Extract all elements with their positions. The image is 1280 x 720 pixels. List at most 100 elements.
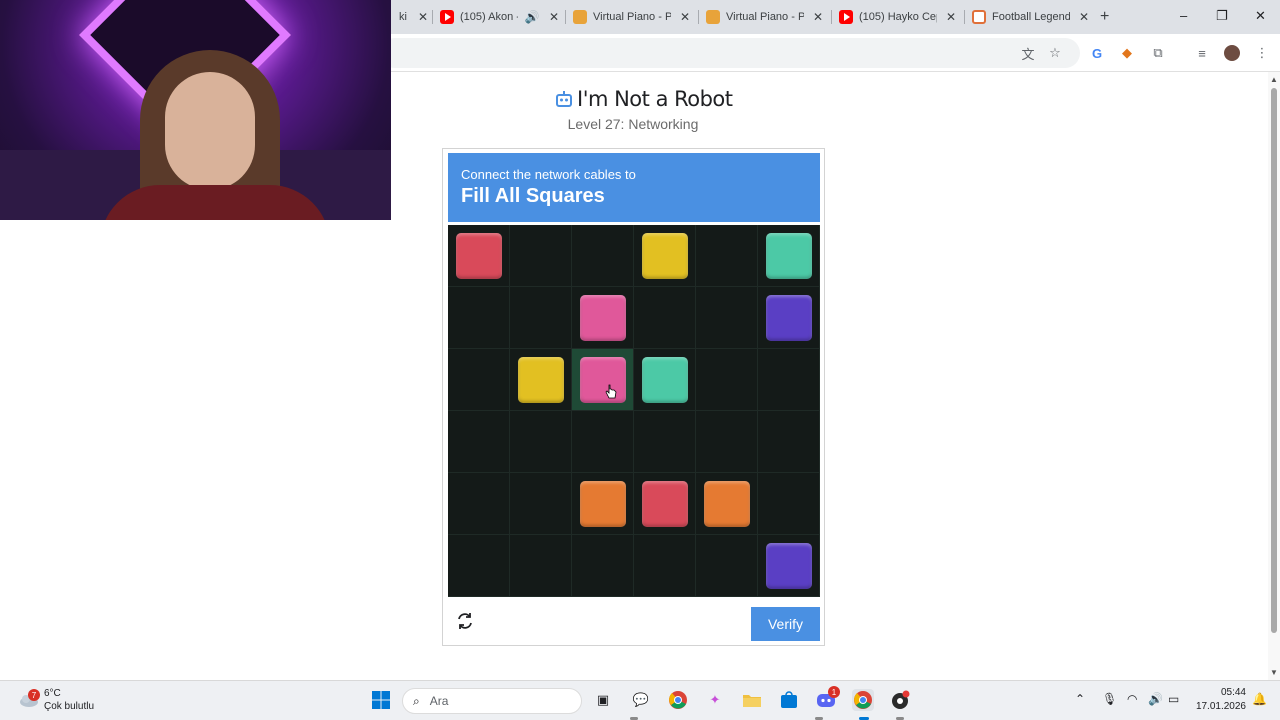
teal-endpoint-tile[interactable] bbox=[766, 233, 812, 279]
verify-button[interactable]: Verify bbox=[751, 607, 820, 641]
tab-partial[interactable]: ki ✕ bbox=[391, 6, 431, 28]
windows-start-icon[interactable] bbox=[370, 689, 392, 711]
page-scrollbar[interactable]: ▲ ▼ bbox=[1268, 72, 1280, 680]
grid-cell[interactable] bbox=[448, 473, 510, 535]
profile-avatar[interactable] bbox=[1224, 45, 1240, 61]
extensions-puzzle-icon[interactable]: ⧉ bbox=[1150, 45, 1166, 61]
system-clock[interactable]: 05:44 17.01.2026 bbox=[1190, 686, 1246, 714]
grid-cell[interactable] bbox=[510, 473, 572, 535]
scroll-up-arrow-icon[interactable]: ▲ bbox=[1270, 75, 1278, 84]
red-endpoint-tile[interactable] bbox=[642, 481, 688, 527]
grid-cell[interactable] bbox=[634, 473, 696, 535]
grid-cell[interactable] bbox=[758, 411, 820, 473]
microphone-icon[interactable]: 🎙 bbox=[1102, 692, 1117, 706]
pink-endpoint-tile[interactable] bbox=[580, 357, 626, 403]
bookmark-star-icon[interactable]: ☆ bbox=[1047, 45, 1063, 61]
grid-cell[interactable] bbox=[634, 287, 696, 349]
chrome-active-icon[interactable] bbox=[852, 689, 874, 711]
google-translate-extension-icon[interactable]: G bbox=[1089, 45, 1105, 61]
wifi-icon[interactable]: ◠ bbox=[1127, 692, 1137, 706]
pink-endpoint-tile[interactable] bbox=[580, 295, 626, 341]
grid-cell[interactable] bbox=[572, 225, 634, 287]
new-tab-button[interactable]: + bbox=[1100, 8, 1109, 26]
scrollbar-thumb[interactable] bbox=[1271, 88, 1277, 633]
battery-icon[interactable]: ▭ bbox=[1168, 692, 1179, 706]
puzzle-grid[interactable] bbox=[448, 225, 820, 597]
scroll-down-arrow-icon[interactable]: ▼ bbox=[1270, 668, 1278, 677]
grid-cell[interactable] bbox=[758, 225, 820, 287]
grid-cell[interactable] bbox=[448, 225, 510, 287]
yellow-endpoint-tile[interactable] bbox=[642, 233, 688, 279]
grid-cell[interactable] bbox=[448, 411, 510, 473]
red-endpoint-tile[interactable] bbox=[456, 233, 502, 279]
grid-cell[interactable] bbox=[696, 349, 758, 411]
grid-cell[interactable] bbox=[696, 535, 758, 597]
grid-cell[interactable] bbox=[634, 411, 696, 473]
volume-icon[interactable]: 🔊 bbox=[1148, 692, 1163, 706]
obs-recording-icon[interactable] bbox=[889, 689, 911, 711]
grid-cell[interactable] bbox=[696, 225, 758, 287]
grid-cell[interactable] bbox=[696, 411, 758, 473]
copilot-icon[interactable]: ✦ bbox=[704, 689, 726, 711]
orange-endpoint-tile[interactable] bbox=[580, 481, 626, 527]
grid-cell[interactable] bbox=[758, 473, 820, 535]
grid-cell[interactable] bbox=[696, 473, 758, 535]
tab-football-legend[interactable]: Football Legend ✕ bbox=[964, 6, 1092, 28]
grid-cell[interactable] bbox=[510, 225, 572, 287]
tab-close-icon[interactable]: ✕ bbox=[677, 9, 693, 25]
grid-cell[interactable] bbox=[758, 535, 820, 597]
grid-cell[interactable] bbox=[510, 349, 572, 411]
grid-cell[interactable] bbox=[572, 287, 634, 349]
taskbar-search[interactable]: ⌕ Ara bbox=[402, 688, 582, 714]
refresh-button[interactable] bbox=[453, 609, 477, 633]
grid-cell[interactable] bbox=[448, 349, 510, 411]
show-hidden-icons-chevron-icon[interactable]: ⌃ bbox=[1075, 692, 1085, 706]
close-window-button[interactable]: ✕ bbox=[1255, 8, 1266, 24]
grid-cell[interactable] bbox=[634, 535, 696, 597]
grid-cell[interactable] bbox=[448, 287, 510, 349]
microsoft-store-icon[interactable] bbox=[778, 689, 800, 711]
tab-close-icon[interactable]: ✕ bbox=[1076, 9, 1092, 25]
task-view-icon[interactable]: ▣ bbox=[592, 689, 614, 711]
grid-cell[interactable] bbox=[572, 535, 634, 597]
menu-kebab-icon[interactable]: ⋮ bbox=[1254, 45, 1270, 61]
tab-close-icon[interactable]: ✕ bbox=[810, 9, 826, 25]
grid-cell[interactable] bbox=[510, 287, 572, 349]
purple-endpoint-tile[interactable] bbox=[766, 543, 812, 589]
media-controls-icon[interactable]: ≡ bbox=[1194, 45, 1210, 61]
metamask-extension-icon[interactable]: ◆ bbox=[1119, 45, 1135, 61]
grid-cell-hovered[interactable] bbox=[572, 349, 634, 411]
discord-icon[interactable]: 1 bbox=[815, 686, 840, 711]
teams-chat-icon[interactable]: 💬 bbox=[630, 689, 652, 711]
tab-close-icon[interactable]: ✕ bbox=[415, 9, 431, 25]
maximize-button[interactable]: ❐ bbox=[1216, 8, 1228, 24]
teal-endpoint-tile[interactable] bbox=[642, 357, 688, 403]
purple-endpoint-tile[interactable] bbox=[766, 295, 812, 341]
grid-cell[interactable] bbox=[572, 473, 634, 535]
tab-close-icon[interactable]: ✕ bbox=[943, 9, 959, 25]
tab-akon-youtube[interactable]: (105) Akon - 🔊 ✕ bbox=[432, 6, 562, 28]
tab-close-icon[interactable]: ✕ bbox=[546, 9, 562, 25]
grid-cell[interactable] bbox=[572, 411, 634, 473]
tab-hayko-youtube[interactable]: (105) Hayko Cep ✕ bbox=[831, 6, 959, 28]
tab-virtual-piano-1[interactable]: Virtual Piano - Pl ✕ bbox=[565, 6, 693, 28]
grid-cell[interactable] bbox=[634, 349, 696, 411]
speaker-icon[interactable]: 🔊 bbox=[524, 9, 540, 25]
chrome-icon[interactable] bbox=[667, 689, 689, 711]
notification-bell-icon[interactable]: 🔔 bbox=[1252, 692, 1267, 706]
yellow-endpoint-tile[interactable] bbox=[518, 357, 564, 403]
grid-cell[interactable] bbox=[448, 535, 510, 597]
translate-icon[interactable]: 文 bbox=[1020, 45, 1036, 62]
grid-cell[interactable] bbox=[634, 225, 696, 287]
grid-cell[interactable] bbox=[510, 535, 572, 597]
tab-virtual-piano-2[interactable]: Virtual Piano - Pl ✕ bbox=[698, 6, 826, 28]
address-bar[interactable] bbox=[380, 38, 1080, 68]
minimize-button[interactable]: – bbox=[1180, 8, 1187, 23]
grid-cell[interactable] bbox=[758, 349, 820, 411]
grid-cell[interactable] bbox=[758, 287, 820, 349]
grid-cell[interactable] bbox=[696, 287, 758, 349]
grid-cell[interactable] bbox=[510, 411, 572, 473]
file-explorer-icon[interactable] bbox=[741, 689, 763, 711]
orange-endpoint-tile[interactable] bbox=[704, 481, 750, 527]
weather-widget[interactable]: 7 6°C Çok bulutlu bbox=[18, 687, 94, 713]
